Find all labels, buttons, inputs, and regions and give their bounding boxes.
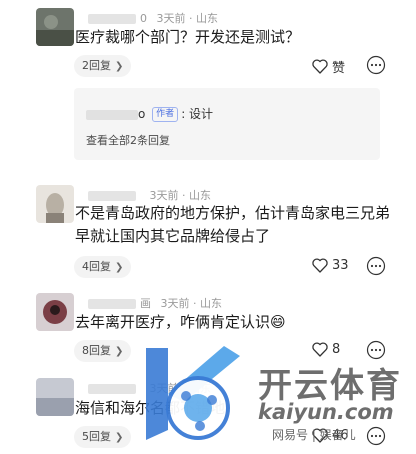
chevron-right-icon: ❯	[115, 346, 124, 357]
comment-meta: 3天前 · 山东	[88, 187, 211, 203]
reply-preview-line: o 作者: 设计	[86, 105, 213, 122]
more-options-button[interactable]	[366, 340, 386, 360]
reply-count-label: 8回复	[82, 344, 111, 357]
comment-text: 医疗裁哪个部门？开发还是测试？	[75, 28, 301, 46]
username-redacted	[88, 14, 136, 24]
view-all-replies-link[interactable]: 查看全部2条回复	[86, 132, 170, 148]
like-button[interactable]: 33	[312, 258, 349, 273]
comment-location: 山东	[196, 12, 218, 25]
avatar[interactable]	[36, 185, 74, 223]
heart-icon	[312, 59, 328, 74]
username-redacted	[88, 299, 136, 309]
reply-count-button[interactable]: 2回复 ❯	[74, 55, 132, 77]
comment-time: 3天前	[156, 12, 186, 25]
avatar[interactable]	[36, 378, 74, 416]
avatar[interactable]	[36, 8, 74, 46]
like-label: 赞	[332, 61, 346, 76]
like-count: 8	[332, 342, 341, 357]
more-options-button[interactable]	[366, 426, 386, 446]
like-button[interactable]: 赞	[312, 57, 345, 76]
reply-count-label: 4回复	[82, 260, 111, 273]
reply-preview-box[interactable]: o 作者: 设计 查看全部2条回复	[74, 88, 380, 160]
comment-location: 山东	[189, 189, 211, 202]
username-suffix: 画	[140, 297, 151, 310]
reply-text: : 设计	[181, 107, 214, 121]
chevron-right-icon: ❯	[115, 432, 124, 443]
like-count: 33	[332, 258, 349, 273]
reply-count-button[interactable]: 4回复 ❯	[74, 256, 132, 278]
comment-meta: 0 3天前 · 山东	[88, 10, 218, 26]
chevron-right-icon: ❯	[115, 262, 124, 273]
author-tag: 作者	[152, 107, 179, 122]
avatar[interactable]	[36, 293, 74, 331]
reply-username-redacted	[86, 109, 138, 120]
reply-count-button[interactable]: 5回复 ❯	[74, 426, 132, 448]
watermark-url: kaiyun.com	[258, 400, 394, 424]
more-icon	[366, 256, 386, 276]
more-options-button[interactable]	[366, 256, 386, 276]
heart-icon	[312, 342, 328, 357]
chevron-right-icon: ❯	[115, 61, 124, 72]
comment-meta: 画 3天前 · 山东	[88, 295, 222, 311]
username-redacted	[88, 191, 136, 201]
reply-count-button[interactable]: 8回复 ❯	[74, 340, 132, 362]
more-icon	[366, 426, 386, 446]
more-options-button[interactable]	[366, 55, 386, 75]
watermark-logo	[128, 342, 250, 450]
reply-count-label: 2回复	[82, 59, 111, 72]
comment-text: 去年离开医疗，咋俩肯定认识😄	[75, 313, 286, 331]
heart-icon	[312, 258, 328, 273]
comment-time: 3天前	[149, 189, 179, 202]
comment-text: 不是青岛政府的地方保护，估计青岛家电三兄弟早就让国内其它品牌给侵占了	[75, 204, 391, 245]
username-suffix: 0	[140, 12, 147, 25]
watermark-credit: 网易号 | 娱音儿	[272, 428, 356, 442]
reply-username-suffix: o	[138, 107, 146, 121]
more-icon	[366, 340, 386, 360]
more-icon	[366, 55, 386, 75]
reply-count-label: 5回复	[82, 430, 111, 443]
comment-location: 山东	[200, 297, 222, 310]
comment-time: 3天前	[160, 297, 190, 310]
like-button[interactable]: 8	[312, 342, 340, 357]
